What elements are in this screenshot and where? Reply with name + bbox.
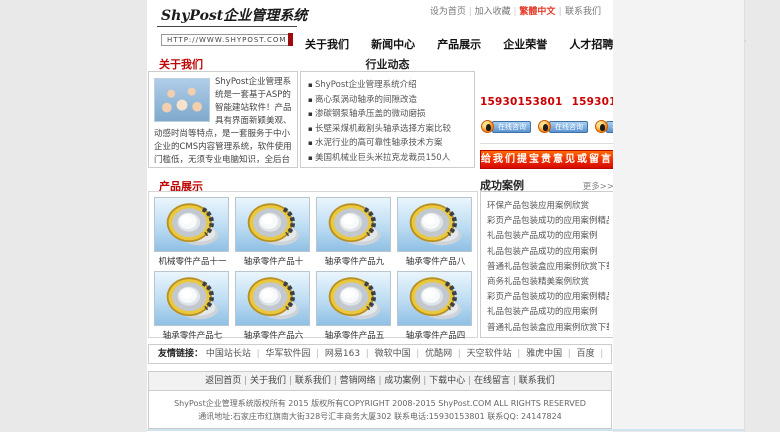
nav-accent-bar: [288, 33, 293, 46]
bearing-product-image: [154, 197, 229, 252]
friend-link[interactable]: 华军软件园: [265, 349, 325, 359]
news-item[interactable]: 水泥行业的高可靠性轴承技术方案: [308, 136, 470, 151]
product-card[interactable]: 轴承零件产品九: [316, 197, 393, 267]
product-card[interactable]: 机械零件产品十一: [154, 197, 231, 267]
bearing-product-image: [154, 271, 229, 326]
friend-link[interactable]: 微软中国: [375, 349, 426, 359]
phone-numbers: 15930153801 15930153801: [480, 96, 614, 108]
about-box: ShyPost企业管理系统是一套基于ASP的智能建站软件！产品具有界面新颖美观、…: [148, 71, 298, 168]
news-list: ShyPost企业管理系统介绍 离心泵涡动轴承的间隙改造 渗碳钢泵轴承压盖的微动…: [308, 78, 470, 165]
case-item[interactable]: 普通礼品包装盒应用案例欣赏下载: [487, 260, 609, 275]
friend-link[interactable]: 雅虎中国: [526, 349, 577, 359]
bottom-border-line: [147, 429, 745, 431]
logo-title: ShyPost企业管理系统: [157, 5, 297, 27]
bearing-product-image: [235, 271, 310, 326]
product-card[interactable]: 轴承零件产品十: [235, 197, 312, 267]
friend-link[interactable]: 百度: [577, 349, 610, 359]
phone-number-1: 15930153801: [480, 96, 563, 108]
footer-nav-home[interactable]: 返回首页: [205, 376, 250, 386]
friend-link[interactable]: 中国站长站: [206, 349, 266, 359]
qq-penguin-icon: [481, 120, 494, 133]
about-section-title: 关于我们: [159, 56, 203, 72]
bearing-product-image: [397, 271, 472, 326]
footer-nav-guestbook[interactable]: 在线留言: [474, 376, 519, 386]
friend-link[interactable]: 网易163: [325, 349, 375, 359]
bearing-product-image: [235, 197, 310, 252]
product-card[interactable]: 轴承零件产品八: [397, 197, 474, 267]
bearing-product-image: [397, 197, 472, 252]
news-item[interactable]: 美国机械业巨头米拉克龙裁员150人: [308, 151, 470, 166]
footer-nav-marketing[interactable]: 营销网络: [340, 376, 385, 386]
nav-about[interactable]: 关于我们: [305, 36, 349, 52]
product-name: 轴承零件产品十: [235, 255, 312, 267]
case-item[interactable]: 彩页产品包装成功的应用案例精品中心: [487, 290, 609, 305]
friend-links-label: 友情链接：: [158, 349, 203, 359]
news-item[interactable]: ShyPost企业管理系统介绍: [308, 78, 470, 93]
nav-news[interactable]: 新闻中心: [371, 36, 415, 52]
team-photo: [154, 78, 210, 122]
news-item[interactable]: 渗碳钢泵轴承压盖的微动磨损: [308, 107, 470, 122]
main-page: ShyPost企业管理系统 HTTP://WWW.SHYPOST.COM 设为首…: [147, 0, 613, 432]
qq-penguin-icon: [595, 120, 608, 133]
right-gutter: [613, 0, 745, 430]
feedback-banner-button[interactable]: 给我们提宝贵意见或留言: [480, 150, 614, 169]
bearing-product-image: [316, 197, 391, 252]
product-name: 轴承零件产品四: [397, 329, 474, 341]
friend-links-bar: 友情链接： 中国站长站华军软件园网易163微软中国优酷网天空软件站雅虎中国百度: [148, 344, 612, 364]
contact-divider: [480, 143, 614, 144]
add-favorite-link[interactable]: 加入收藏: [475, 7, 520, 17]
contact-us-top-link[interactable]: 联系我们: [565, 7, 601, 17]
cases-box: 环保产品包装应用案例欣赏 彩页产品包装成功的应用案例精品欣赏 礼品包装产品成功的…: [480, 191, 614, 338]
product-name: 轴承零件产品九: [316, 255, 393, 267]
product-name: 机械零件产品十一: [154, 255, 231, 267]
copyright-line-1: ShyPost企业管理系统版权所有 2015 版权所有COPYRIGHT 200…: [149, 397, 611, 410]
product-name: 轴承零件产品七: [154, 329, 231, 341]
product-name: 轴承零件产品五: [316, 329, 393, 341]
site-logo: ShyPost企业管理系统 HTTP://WWW.SHYPOST.COM: [157, 5, 297, 46]
footer-nav-contact-2[interactable]: 联系我们: [519, 376, 555, 386]
product-card[interactable]: 轴承零件产品五: [316, 271, 393, 341]
case-item[interactable]: 礼品包装产品成功的应用案例: [487, 245, 609, 260]
case-item[interactable]: 环保产品包装应用案例欣赏: [487, 199, 609, 214]
case-item[interactable]: 普通礼品包装盒应用案例欣赏下载: [487, 321, 609, 336]
friend-link[interactable]: 优酷网: [425, 349, 467, 359]
qq-chat-button[interactable]: 在线咨询: [538, 120, 588, 133]
footer-nav-downloads[interactable]: 下载中心: [429, 376, 474, 386]
bearing-product-image: [316, 271, 391, 326]
set-homepage-link[interactable]: 设为首页: [430, 7, 475, 17]
qq-chat-button[interactable]: 在线咨询: [481, 120, 531, 133]
footer-nav-about[interactable]: 关于我们: [250, 376, 295, 386]
news-item[interactable]: 离心泵涡动轴承的间隙改造: [308, 93, 470, 108]
footer-nav: 返回首页关于我们联系我们营销网络成功案例下载中心在线留言联系我们: [148, 371, 612, 391]
nav-jobs[interactable]: 人才招聘: [569, 36, 613, 52]
traditional-chinese-link[interactable]: 繁體中文: [519, 7, 565, 17]
products-grid: 机械零件产品十一 轴承零件产品十 轴承零件产品九 轴承零件产品八 轴承零件产品七…: [148, 191, 478, 338]
case-item[interactable]: 商务礼品包装精美案例欣赏: [487, 275, 609, 290]
case-item[interactable]: 礼品包装产品成功的应用案例: [487, 229, 609, 244]
product-card[interactable]: 轴承零件产品七: [154, 271, 231, 341]
case-item[interactable]: 彩页产品包装成功的应用案例精品欣赏: [487, 214, 609, 229]
news-item[interactable]: 长壁采煤机截割头轴承选择方案比较: [308, 122, 470, 137]
case-item[interactable]: 礼品包装产品成功的应用案例: [487, 305, 609, 320]
product-card[interactable]: 轴承零件产品四: [397, 271, 474, 341]
page-body: { "page": { "accent_red": "#c00404", "ba…: [0, 0, 780, 432]
footer-nav-cases[interactable]: 成功案例: [384, 376, 429, 386]
copyright-box: ShyPost企业管理系统版权所有 2015 版权所有COPYRIGHT 200…: [148, 391, 612, 429]
product-name: 轴承零件产品六: [235, 329, 312, 341]
product-card[interactable]: 轴承零件产品六: [235, 271, 312, 341]
cases-list: 环保产品包装应用案例欣赏 彩页产品包装成功的应用案例精品欣赏 礼品包装产品成功的…: [487, 199, 609, 336]
product-name: 轴承零件产品八: [397, 255, 474, 267]
copyright-line-2: 通讯地址:石家庄市红旗南大街328号汇丰商务大厦302 联系电话:1593015…: [149, 410, 611, 423]
nav-honors[interactable]: 企业荣誉: [503, 36, 547, 52]
friend-link[interactable]: 天空软件站: [467, 349, 527, 359]
top-utility-links: 设为首页加入收藏繁體中文联系我们: [430, 4, 601, 17]
qq-button-label: 在线咨询: [549, 121, 588, 133]
qq-button-label: 在线咨询: [492, 121, 531, 133]
nav-products[interactable]: 产品展示: [437, 36, 481, 52]
qq-penguin-icon: [538, 120, 551, 133]
footer-nav-contact[interactable]: 联系我们: [295, 376, 340, 386]
news-section-title: 行业动态: [300, 56, 475, 72]
news-box: ShyPost企业管理系统介绍 离心泵涡动轴承的间隙改造 渗碳钢泵轴承压盖的微动…: [300, 71, 475, 168]
logo-url: HTTP://WWW.SHYPOST.COM: [161, 34, 292, 46]
